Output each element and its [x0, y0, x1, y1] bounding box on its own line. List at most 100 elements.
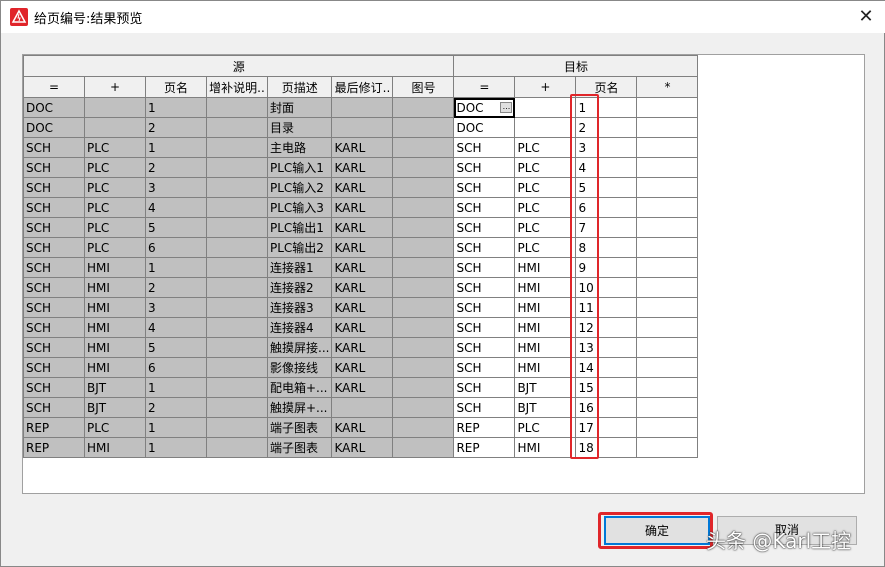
- target-cell[interactable]: SCH: [453, 297, 516, 318]
- target-cell[interactable]: [636, 377, 699, 398]
- target-cell[interactable]: SCH: [453, 197, 516, 218]
- target-cell[interactable]: [636, 317, 699, 338]
- target-cell[interactable]: 3: [575, 137, 638, 158]
- target-cell[interactable]: 10: [575, 277, 638, 298]
- source-cell: SCH: [23, 237, 85, 258]
- target-cell[interactable]: SCH: [453, 357, 516, 378]
- target-col-header[interactable]: +: [514, 76, 577, 98]
- source-cell: PLC: [84, 137, 146, 158]
- target-cell[interactable]: PLC: [514, 197, 577, 218]
- target-cell[interactable]: REP: [453, 437, 516, 458]
- target-cell[interactable]: SCH: [453, 377, 516, 398]
- target-cell[interactable]: SCH: [453, 177, 516, 198]
- source-cell: KARL: [331, 317, 394, 338]
- target-cell[interactable]: 6: [575, 197, 638, 218]
- source-col-header[interactable]: +: [84, 76, 146, 98]
- target-cell[interactable]: 13: [575, 337, 638, 358]
- target-cell[interactable]: [636, 297, 699, 318]
- source-cell: KARL: [331, 337, 394, 358]
- target-cell[interactable]: [636, 177, 699, 198]
- target-cell[interactable]: PLC: [514, 417, 577, 438]
- target-cell[interactable]: 5: [575, 177, 638, 198]
- source-col-header[interactable]: 页名: [145, 76, 207, 98]
- target-cell[interactable]: 16: [575, 397, 638, 418]
- source-col-header[interactable]: 页描述: [266, 76, 333, 98]
- target-cell[interactable]: [636, 237, 699, 258]
- target-cell[interactable]: HMI: [514, 357, 577, 378]
- target-cell[interactable]: [636, 217, 699, 238]
- source-cell: [206, 357, 268, 378]
- target-cell[interactable]: [636, 357, 699, 378]
- target-col-header[interactable]: =: [453, 76, 516, 98]
- target-cell[interactable]: PLC: [514, 237, 577, 258]
- target-cell[interactable]: SCH: [453, 257, 516, 278]
- target-cell[interactable]: [514, 117, 577, 138]
- target-cell[interactable]: SCH: [453, 157, 516, 178]
- close-button[interactable]: ✕: [854, 5, 878, 29]
- target-cell[interactable]: 11: [575, 297, 638, 318]
- source-col-header[interactable]: 最后修订..: [331, 76, 394, 98]
- target-cell[interactable]: [636, 397, 699, 418]
- cell-value: DOC: [456, 100, 484, 115]
- target-cell[interactable]: [636, 197, 699, 218]
- source-cell: [206, 157, 268, 178]
- ellipsis-button[interactable]: ...: [500, 102, 513, 113]
- target-cell[interactable]: HMI: [514, 297, 577, 318]
- target-cell[interactable]: SCH: [453, 317, 516, 338]
- target-cell[interactable]: 18: [575, 437, 638, 458]
- target-cell[interactable]: SCH: [453, 217, 516, 238]
- target-cell[interactable]: [514, 97, 577, 118]
- target-cell[interactable]: 9: [575, 257, 638, 278]
- preview-grid[interactable]: 源 目标 = + 页名 增补说明.. 页描述 最后修订.. 图号 = + 页名 * DOC 1 封面 DO…: [22, 54, 865, 494]
- target-cell[interactable]: [636, 337, 699, 358]
- source-cell: SCH: [23, 337, 85, 358]
- target-cell[interactable]: PLC: [514, 137, 577, 158]
- target-cell[interactable]: DOC...: [453, 97, 516, 118]
- target-cell[interactable]: PLC: [514, 157, 577, 178]
- target-cell[interactable]: SCH: [453, 137, 516, 158]
- source-cell: 4: [145, 197, 207, 218]
- source-col-header[interactable]: 图号: [392, 76, 455, 98]
- source-cell: [392, 417, 455, 438]
- target-cell[interactable]: PLC: [514, 177, 577, 198]
- source-cell: [392, 297, 455, 318]
- target-cell[interactable]: 17: [575, 417, 638, 438]
- target-cell[interactable]: SCH: [453, 337, 516, 358]
- target-cell[interactable]: 12: [575, 317, 638, 338]
- target-col-header[interactable]: *: [636, 76, 699, 98]
- target-cell[interactable]: HMI: [514, 277, 577, 298]
- target-cell[interactable]: REP: [453, 417, 516, 438]
- target-cell[interactable]: 15: [575, 377, 638, 398]
- source-col-header[interactable]: =: [23, 76, 85, 98]
- target-cell[interactable]: BJT: [514, 397, 577, 418]
- target-cell[interactable]: 14: [575, 357, 638, 378]
- ok-button[interactable]: 确定: [604, 516, 710, 545]
- target-cell[interactable]: HMI: [514, 437, 577, 458]
- target-cell[interactable]: PLC: [514, 217, 577, 238]
- target-cell[interactable]: DOC: [453, 117, 516, 138]
- target-cell[interactable]: SCH: [453, 237, 516, 258]
- target-cell[interactable]: 2: [575, 117, 638, 138]
- target-cell[interactable]: 7: [575, 217, 638, 238]
- source-cell: [392, 357, 455, 378]
- target-cell[interactable]: [636, 417, 699, 438]
- target-cell[interactable]: 1: [575, 97, 638, 118]
- target-cell[interactable]: 4: [575, 157, 638, 178]
- target-cell[interactable]: [636, 257, 699, 278]
- target-cell[interactable]: HMI: [514, 317, 577, 338]
- target-col-header[interactable]: 页名: [575, 76, 638, 98]
- target-cell[interactable]: HMI: [514, 337, 577, 358]
- target-cell[interactable]: HMI: [514, 257, 577, 278]
- target-cell[interactable]: [636, 137, 699, 158]
- target-cell[interactable]: SCH: [453, 397, 516, 418]
- source-col-header[interactable]: 增补说明..: [206, 76, 268, 98]
- target-cell[interactable]: [636, 277, 699, 298]
- target-cell[interactable]: [636, 117, 699, 138]
- source-cell: 连接器2: [266, 277, 333, 298]
- target-cell[interactable]: [636, 157, 699, 178]
- target-cell[interactable]: [636, 97, 699, 118]
- target-cell[interactable]: [636, 437, 699, 458]
- target-cell[interactable]: SCH: [453, 277, 516, 298]
- target-cell[interactable]: BJT: [514, 377, 577, 398]
- target-cell[interactable]: 8: [575, 237, 638, 258]
